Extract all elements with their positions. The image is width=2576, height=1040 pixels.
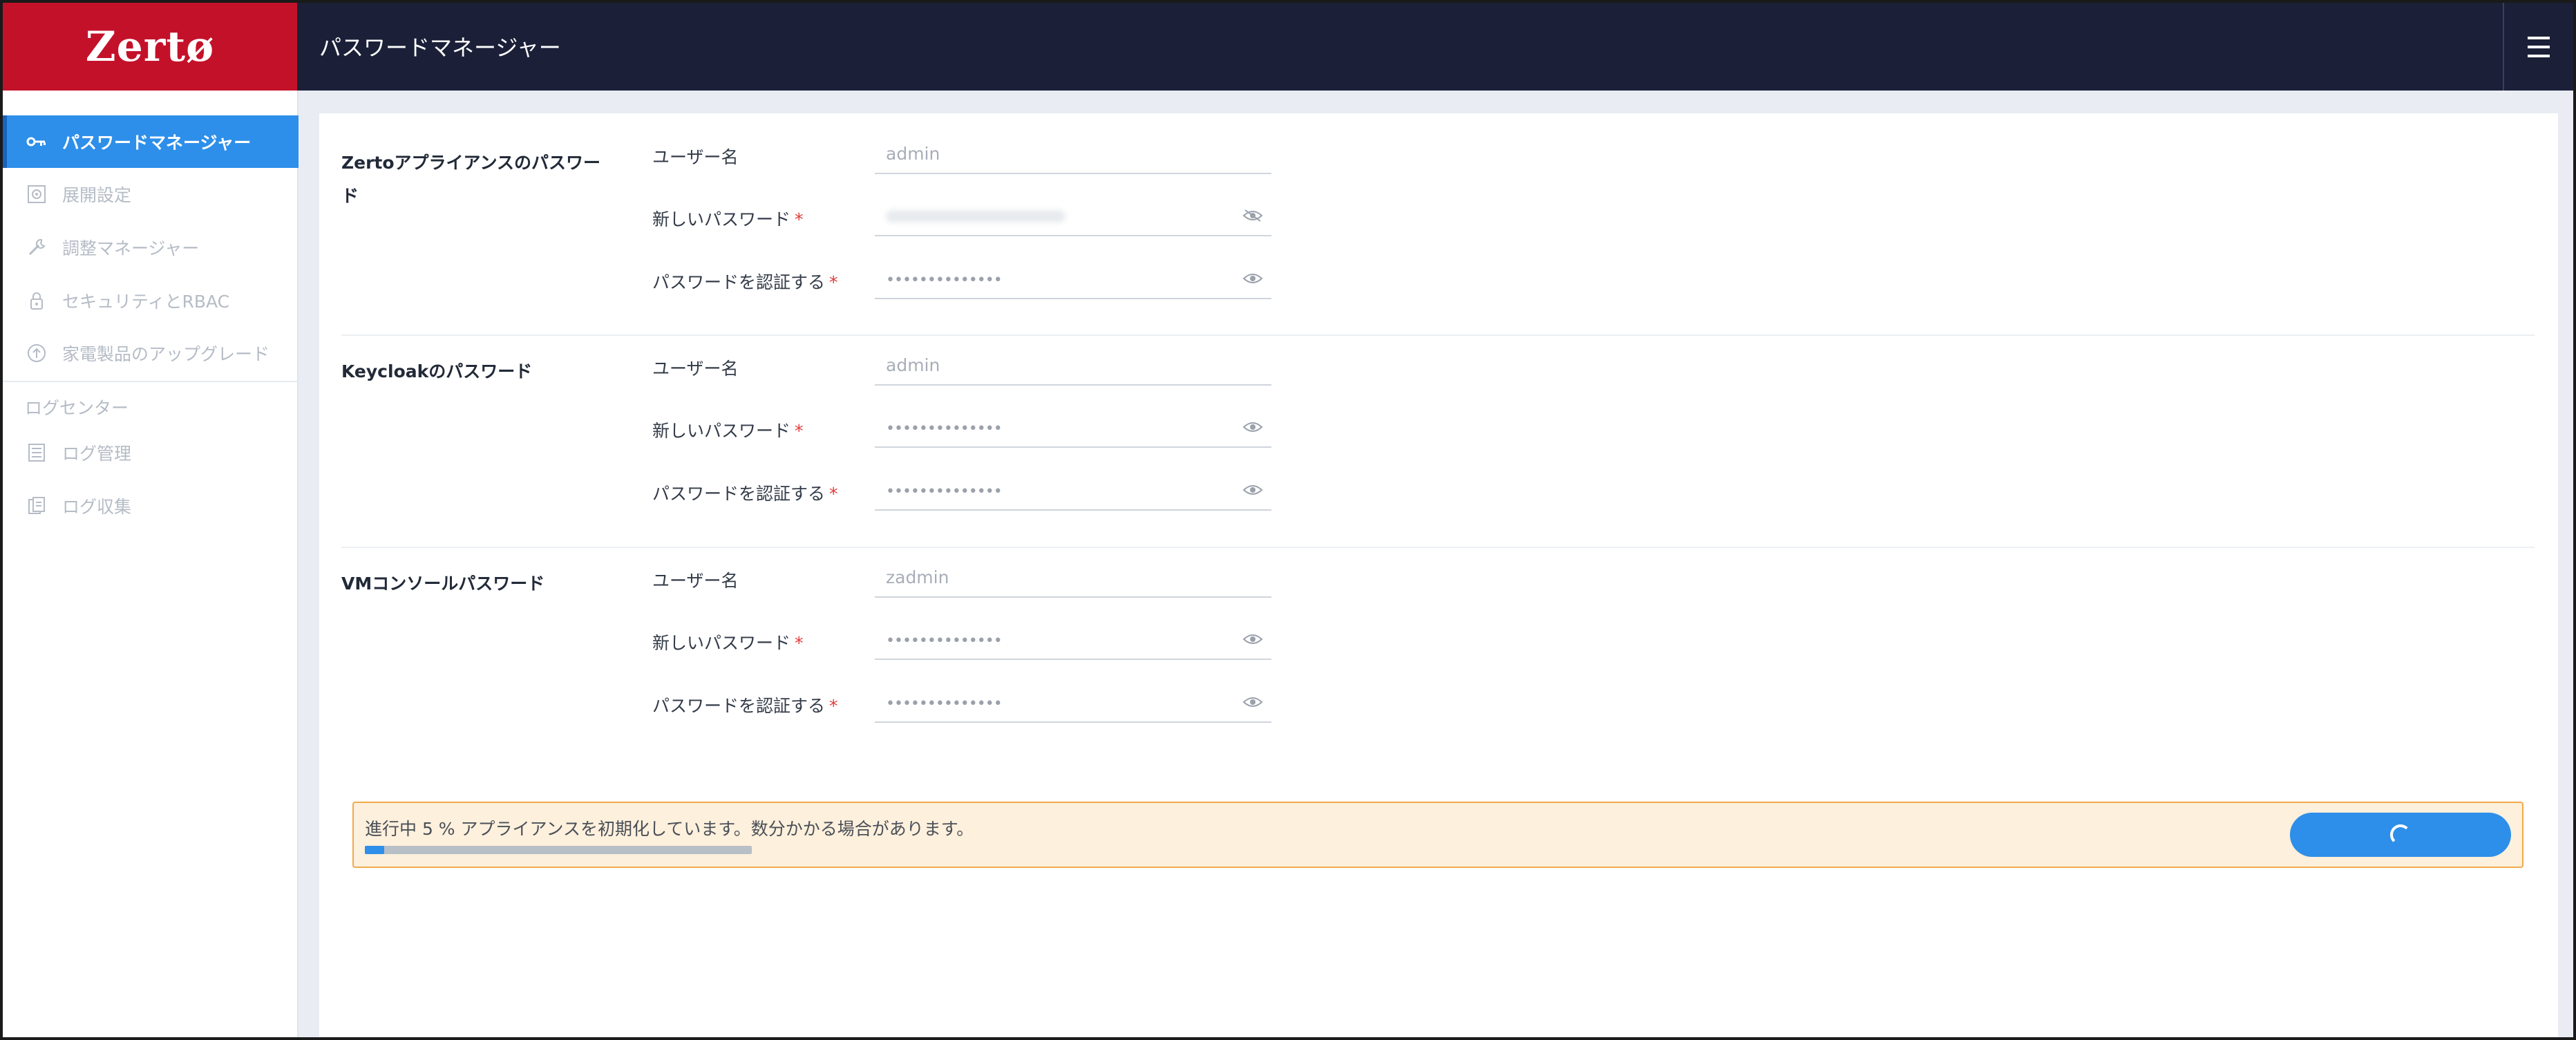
username-field[interactable]: zadmin [875,556,1271,598]
settings-icon [25,182,48,206]
confirm-password-field[interactable]: •••••••••••••• [875,258,1271,299]
eye-icon[interactable] [1242,420,1263,434]
progress-message: 進行中 5 % アプライアンスを初期化しています。数分かかる場合があります。 [365,819,974,839]
key-icon [25,130,48,153]
masked-password: •••••••••••••• [886,420,1003,437]
progress-bar-fill [365,846,384,854]
masked-password: •••••••••••••• [886,632,1003,650]
upgrade-icon [25,341,48,365]
sidebar-item-label: 調整マネージャー [62,238,200,258]
confirm-password-label: パスワードを認証する * [652,272,838,292]
hamburger-icon[interactable] [2503,3,2573,91]
sidebar-item-log-collection[interactable]: ログ収集 [3,480,299,532]
username-label: ユーザー名 [652,147,739,167]
sidebar-item-label: セキュリティとRBAC [62,292,230,312]
files-icon [25,494,48,518]
sidebar-item-security-rbac[interactable]: セキュリティとRBAC [3,274,299,327]
logo-text: Zertø [85,22,215,71]
sidebar-item-label: ログ管理 [62,444,132,464]
sidebar-item-label: パスワードマネージャー [62,133,252,153]
sidebar-item-password-manager[interactable]: パスワードマネージャー [3,115,299,168]
sidebar-item-deploy-settings[interactable]: 展開設定 [3,168,299,220]
new-password-field[interactable]: •••••••••••••• [875,406,1271,448]
username-field[interactable]: admin [875,133,1271,174]
confirm-password-field[interactable]: •••••••••••••• [875,469,1271,511]
section-divider [341,547,2535,548]
password-manager-panel: Zertoアプライアンスのパスワード ユーザー名 admin 新しいパスワード *… [319,113,2558,1037]
section-title-keycloak: Keycloakのパスワード [341,361,533,381]
section-divider [341,334,2535,336]
zerto-logo[interactable]: Zertø [3,3,297,91]
confirm-password-label: パスワードを認証する * [652,696,838,716]
app-window: Zertø パスワードマネージャー パスワードマネージャー 展開設定 調整マネー… [0,0,2576,1040]
username-label: ユーザー名 [652,359,739,379]
progress-banner: 進行中 5 % アプライアンスを初期化しています。数分かかる場合があります。 [352,802,2523,868]
sidebar-item-appliance-upgrade[interactable]: 家電製品のアップグレード [3,327,299,379]
revealed-password-blurred [886,210,1066,223]
eye-off-icon[interactable] [1242,209,1263,223]
new-password-label: 新しいパスワード * [652,209,804,229]
spinner-icon [2390,824,2411,845]
masked-password: •••••••••••••• [886,483,1003,500]
progress-bar [365,846,752,854]
sidebar-item-log-management[interactable]: ログ管理 [3,426,299,479]
sidebar-item-label: 家電製品のアップグレード [62,344,270,364]
new-password-label: 新しいパスワード * [652,633,804,653]
sidebar-group-log-center: ログセンター [25,398,129,418]
section-title-zerto: Zertoアプライアンスのパスワード [341,153,601,206]
masked-password: •••••••••••••• [886,272,1003,289]
lock-icon [25,289,48,312]
masked-password: •••••••••••••• [886,695,1003,712]
eye-icon[interactable] [1242,272,1263,285]
username-value: zadmin [886,567,949,587]
new-password-field[interactable] [875,195,1271,236]
username-value: admin [886,144,940,164]
sidebar-item-label: ログ収集 [62,497,132,517]
confirm-password-label: パスワードを認証する * [652,484,838,504]
confirm-password-field[interactable]: •••••••••••••• [875,681,1271,723]
username-value: admin [886,355,940,375]
username-field[interactable]: admin [875,344,1271,386]
username-label: ユーザー名 [652,571,739,591]
list-icon [25,441,48,464]
sidebar-item-label: 展開設定 [62,185,132,205]
eye-icon[interactable] [1242,483,1263,497]
wrench-icon [25,236,48,259]
new-password-field[interactable]: •••••••••••••• [875,618,1271,660]
sidebar-divider [3,381,299,382]
eye-icon[interactable] [1242,695,1263,709]
section-title-vm-console: VMコンソールパスワード [341,574,545,594]
eye-icon[interactable] [1242,632,1263,646]
progress-action-button[interactable] [2290,813,2511,857]
new-password-label: 新しいパスワード * [652,421,804,441]
sidebar: パスワードマネージャー 展開設定 調整マネージャー セキュリティとRBAC 家電… [3,91,299,1037]
page-title: パスワードマネージャー [319,35,561,61]
top-header: Zertø パスワードマネージャー [3,3,2573,91]
sidebar-item-tuning-manager[interactable]: 調整マネージャー [3,221,299,274]
